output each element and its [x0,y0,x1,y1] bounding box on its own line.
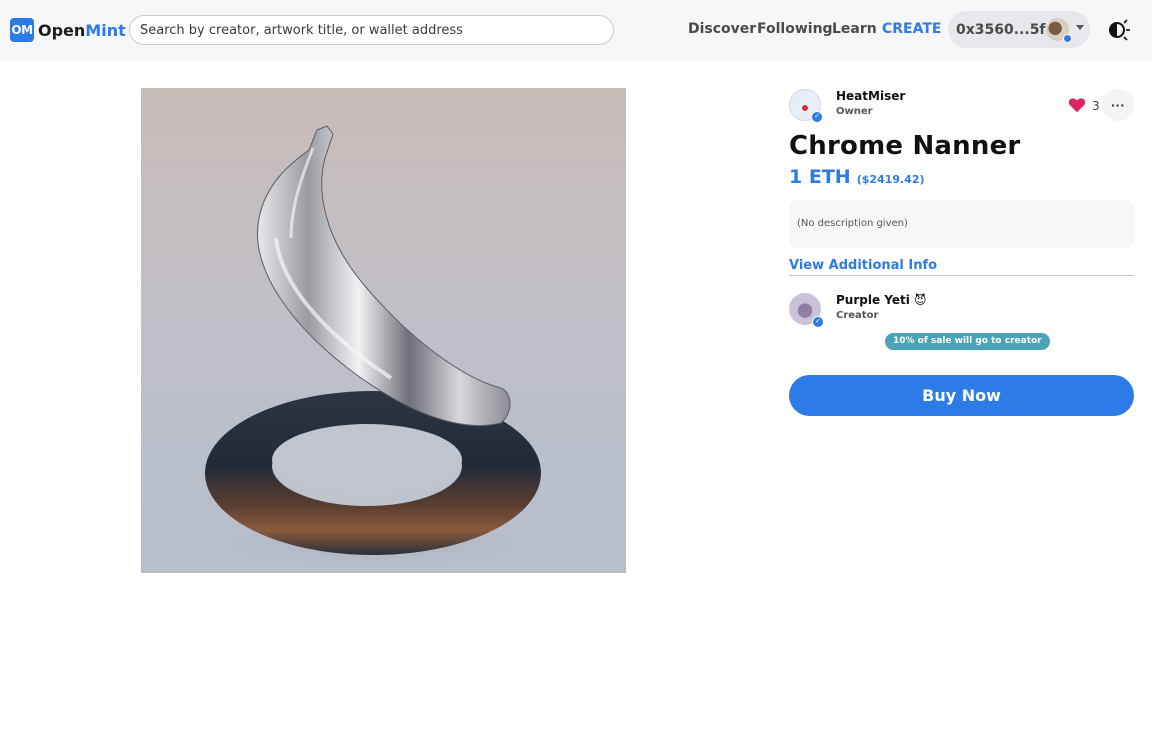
owner-role-label: Owner [836,106,873,117]
like-count: 3 [1092,99,1100,113]
logo-badge: OM [10,18,34,42]
price-usd: ($2419.42) [856,173,925,186]
like-button[interactable]: 3 [1068,96,1100,113]
verified-badge-icon: ✓ [811,111,823,123]
view-additional-info-link[interactable]: View Additional Info [789,258,937,273]
nav-learn[interactable]: Learn [832,21,877,37]
wallet-address: 0x3560...5fc [956,21,1054,38]
chevron-down-icon [1076,25,1084,30]
logo-text-main: Open [38,20,86,40]
wallet-button[interactable]: 0x3560...5fc [948,11,1090,48]
creator-role-label: Creator [836,310,879,321]
logo-text: OpenMint [38,21,126,40]
top-navbar: OM OpenMint Discover Following Learn CRE… [0,0,1152,61]
user-avatar-icon [1046,18,1072,43]
description-box: (No description given) [789,200,1134,248]
artwork-title: Chrome Nanner [789,131,1021,161]
price-eth: 1 ETH [789,166,851,188]
nav-following[interactable]: Following [757,21,833,37]
verified-badge-icon: ✓ [812,316,824,328]
creator-avatar[interactable]: ✓ [789,293,824,328]
logo-text-accent: Mint [85,20,126,40]
artwork-image[interactable] [141,88,626,573]
owner-name[interactable]: HeatMiser [836,89,905,103]
nav-discover[interactable]: Discover [688,21,756,37]
divider [789,275,1134,276]
heart-icon [1068,97,1086,112]
theme-toggle-icon[interactable] [1107,18,1131,42]
description-text: (No description given) [797,218,908,229]
openmint-logo[interactable]: OM OpenMint [10,18,126,42]
more-options-button[interactable]: ··· [1102,89,1134,121]
buy-now-button[interactable]: Buy Now [789,375,1134,416]
search-input[interactable] [129,15,614,45]
royalty-badge: 10% of sale will go to creator [885,333,1050,350]
chrome-banana-artwork [193,125,553,571]
creator-name[interactable]: Purple Yeti 😈 [836,293,927,307]
owner-avatar[interactable]: ✓ [789,89,823,123]
price: 1 ETH ($2419.42) [789,166,925,188]
nav-create[interactable]: CREATE [882,21,941,37]
verified-dot-icon [1063,34,1072,43]
